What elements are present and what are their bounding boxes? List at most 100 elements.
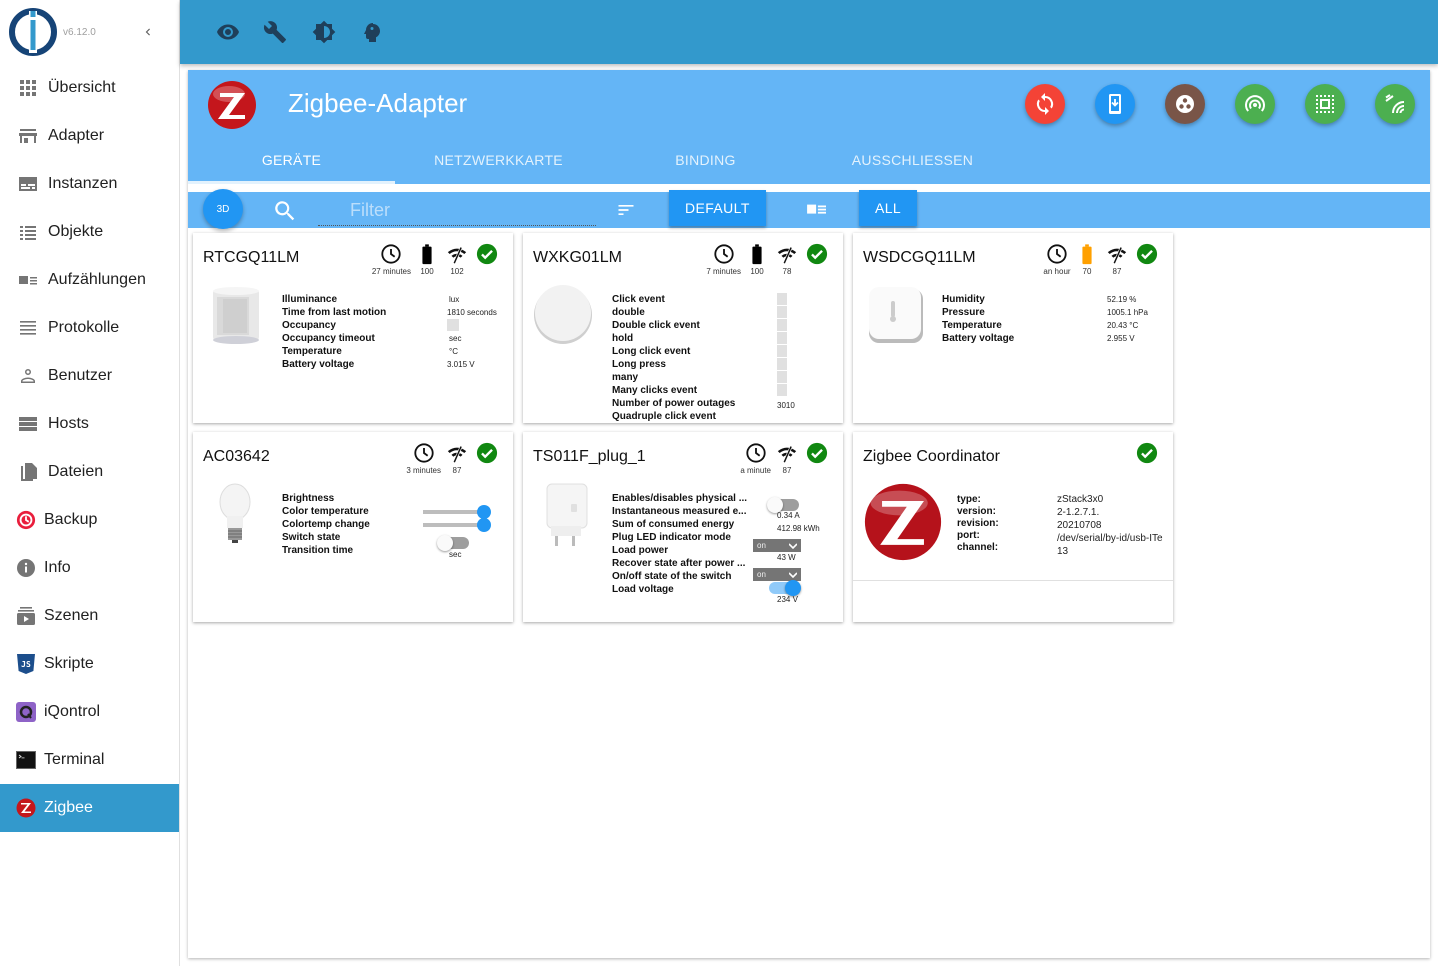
property-value: 1005.1 hPa (1107, 308, 1148, 317)
property-value: 20210708 (1057, 520, 1102, 531)
eye-icon[interactable] (216, 20, 240, 44)
brightness-icon[interactable] (312, 20, 336, 44)
device-card[interactable]: Zigbee Coordinator type: version: revision:… (853, 432, 1173, 622)
led-mode-select[interactable]: on (753, 535, 801, 553)
last-seen-label: a minute (740, 466, 771, 475)
select-all-icon (1316, 95, 1334, 113)
view-mode-icon[interactable] (806, 201, 828, 219)
event-checkbox[interactable] (777, 345, 787, 357)
subtitles-icon (18, 174, 38, 194)
sidebar-item-info[interactable]: Info (0, 544, 179, 592)
property-label: Instantaneous measured e... (612, 506, 747, 517)
tab-devices[interactable]: GERÄTE (188, 140, 395, 184)
collapse-sidebar-button[interactable] (138, 20, 158, 44)
backup-icon (16, 510, 36, 530)
3d-view-button[interactable]: 3D (203, 189, 243, 229)
property-label: On/off state of the switch (612, 571, 732, 582)
sort-icon[interactable] (616, 200, 636, 220)
sidebar-item-iqontrol[interactable]: iQontrol (0, 688, 179, 736)
last-seen-clock-icon (746, 443, 766, 463)
event-checkbox[interactable] (777, 384, 787, 396)
sidebar-item-dateien[interactable]: Dateien (0, 448, 179, 496)
property-value: 2.955 V (1107, 334, 1135, 343)
property-value: 20.43 °C (1107, 321, 1139, 330)
property-value: 52.19 % (1107, 295, 1137, 304)
device-card[interactable]: TS011F_plug_1 a minute 87 Enables/disables … (523, 432, 843, 622)
install-code-button[interactable] (1095, 84, 1135, 124)
filter-input[interactable] (318, 196, 596, 226)
list-icon (18, 222, 38, 242)
info-icon (16, 558, 36, 578)
sidebar-item-backup[interactable]: Backup (0, 496, 179, 544)
adapter-panel: Zigbee-Adapter GERÄTE NETZWERKKARTE BIND… (188, 70, 1430, 958)
temperature-sensor-image (869, 287, 923, 343)
event-checkbox[interactable] (777, 358, 787, 370)
sidebar-item-label: Benutzer (48, 367, 113, 384)
sidebar-item-label: Terminal (44, 751, 105, 768)
default-button[interactable]: DEFAULT (669, 190, 766, 226)
event-checkbox[interactable] (777, 371, 787, 383)
device-card[interactable]: RTCGQ11LM 27 minutes 100 102 Illuminance Time… (193, 233, 513, 423)
sidebar-item-instanzen[interactable]: Instanzen (0, 160, 179, 208)
sidebar-item-label: Objekte (48, 223, 104, 240)
zigbee-coordinator-image (864, 483, 942, 561)
last-seen-label: 7 minutes (706, 267, 741, 276)
sidebar-item-terminal[interactable]: Terminal (0, 736, 179, 784)
property-label: Long click event (612, 346, 691, 357)
sidebar-item-hosts[interactable]: Hosts (0, 400, 179, 448)
color-temperature-slider[interactable] (423, 514, 491, 532)
sidebar-item-objekte[interactable]: Objekte (0, 208, 179, 256)
event-checkbox[interactable] (777, 306, 787, 318)
property-label: Colortemp change (282, 519, 370, 530)
device-status: an hour 70 87 (1043, 243, 1161, 276)
device-card[interactable]: WSDCGQ11LM an hour 70 87 Humidity Pressure Tem… (853, 233, 1173, 423)
property-label: Click event (612, 294, 665, 305)
link-quality-icon (1107, 246, 1127, 264)
event-checkbox[interactable] (777, 319, 787, 331)
device-card[interactable]: WXKG01LM 7 minutes 100 78 Click event double D… (523, 233, 843, 423)
sidebar-item-zigbee[interactable]: Zigbee (0, 784, 179, 832)
property-labels: type: version: revision: port: channel: (957, 494, 999, 554)
wrench-icon[interactable] (263, 20, 287, 44)
search-icon (275, 201, 295, 221)
sidebar-item-aufzhlungen[interactable]: Aufzählungen (0, 256, 179, 304)
link-quality-icon (777, 445, 797, 463)
voltage-value: 234 V (777, 595, 798, 604)
sidebar-item-adapter[interactable]: Adapter (0, 112, 179, 160)
pairing-button[interactable] (1375, 84, 1415, 124)
sidebar-item-skripte[interactable]: JS Skripte (0, 640, 179, 688)
event-checkbox[interactable] (777, 332, 787, 344)
sidebar-item-bersicht[interactable]: Übersicht (0, 64, 179, 112)
color-temperature-slider-thumb[interactable] (477, 518, 491, 532)
sidebar-item-szenen[interactable]: Szenen (0, 592, 179, 640)
property-label: version: (957, 506, 996, 517)
led-mode-value: on (757, 541, 766, 550)
link-quality-icon (777, 246, 797, 264)
iobroker-logo[interactable] (8, 7, 58, 57)
expert-mode-icon[interactable] (360, 20, 384, 44)
all-button[interactable]: ALL (859, 190, 918, 226)
occupancy-checkbox[interactable] (447, 319, 459, 331)
property-label: Color temperature (282, 506, 369, 517)
energy-value: 412.98 kWh (777, 524, 820, 533)
property-label: hold (612, 333, 634, 344)
groups-button[interactable] (1165, 84, 1205, 124)
tab-binding[interactable]: BINDING (602, 140, 809, 184)
touchlink-button[interactable] (1235, 84, 1275, 124)
event-checkbox[interactable] (777, 293, 787, 305)
property-label: channel: (957, 542, 999, 553)
property-value: lux (449, 295, 460, 304)
sidebar-item-benutzer[interactable]: Benutzer (0, 352, 179, 400)
property-labels: Illuminance Time from last motion Occupanc… (282, 293, 386, 371)
property-label: Temperature (942, 320, 1002, 331)
recover-state-value: on (757, 570, 766, 579)
property-label: Occupancy (282, 320, 336, 331)
tab-network-map[interactable]: NETZWERKKARTE (395, 140, 602, 184)
refresh-button[interactable] (1025, 84, 1065, 124)
tab-exclude[interactable]: AUSSCHLIESSEN (809, 140, 1016, 184)
property-labels: Brightness Color temperature Colortemp cha… (282, 492, 370, 557)
device-card[interactable]: AC03642 3 minutes 87 Brightness Color temper… (193, 432, 513, 622)
sidebar-item-protokolle[interactable]: Protokolle (0, 304, 179, 352)
device-name: WXKG01LM (533, 249, 622, 266)
select-all-button[interactable] (1305, 84, 1345, 124)
